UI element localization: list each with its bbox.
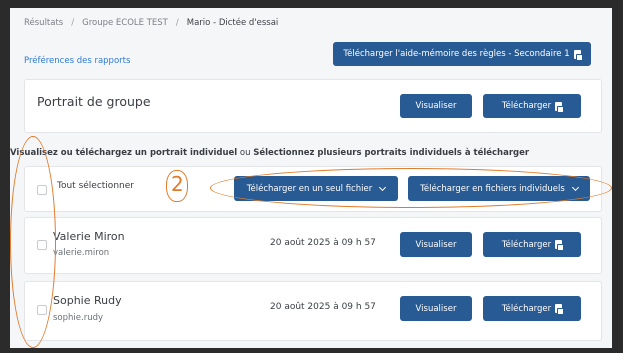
student-date: 20 août 2025 à 09 h 57 [270, 302, 376, 312]
breadcrumb-group[interactable]: Groupe ECOLE TEST [82, 18, 168, 28]
student-row: Sophie Rudy sophie.rudy 20 août 2025 à 0… [24, 281, 602, 341]
student-row: Valerie Miron valerie.miron 20 août 2025… [24, 217, 602, 274]
instructions-text: Visualisez ou téléchargez un portrait in… [10, 148, 529, 158]
download-rules-button[interactable]: Télécharger l'aide-mémoire des règles - … [333, 42, 591, 66]
group-download-label: Télécharger [501, 101, 552, 111]
student-view-label: Visualiser [415, 239, 457, 250]
breadcrumb: Résultats / Groupe ECOLE TEST / Mario - Dict… [24, 18, 278, 28]
annotation-ellipse-download-buttons [210, 168, 612, 208]
instructions-part2: ou [237, 148, 254, 158]
annotation-number-circle [166, 170, 188, 202]
breadcrumb-results[interactable]: Résultats [24, 18, 63, 28]
student-username: sophie.rudy [53, 313, 104, 323]
student-view-label: Visualiser [415, 303, 457, 314]
document-download-icon [555, 304, 565, 315]
breadcrumb-separator: / [175, 18, 179, 28]
group-view-label: Visualiser [415, 101, 457, 111]
student-username: valerie.miron [53, 248, 110, 258]
report-preferences-link[interactable]: Préférences des rapports [24, 56, 130, 66]
document-download-icon [555, 240, 565, 251]
annotation-ellipse-checkboxes [10, 136, 56, 348]
instructions-part3: Sélectionnez plusieurs portraits individ… [253, 148, 530, 158]
report-page: Résultats / Groupe ECOLE TEST / Mario - Dict… [10, 8, 612, 348]
student-download-button[interactable]: Télécharger [483, 296, 581, 321]
student-name: Valerie Miron [53, 230, 125, 243]
breadcrumb-separator: / [71, 18, 75, 28]
student-download-label: Télécharger [501, 303, 552, 314]
document-download-icon [573, 49, 583, 61]
student-download-label: Télécharger [501, 239, 552, 250]
group-view-button[interactable]: Visualiser [400, 94, 472, 118]
student-view-button[interactable]: Visualiser [400, 296, 472, 321]
select-all-label: Tout sélectionner [57, 181, 134, 191]
download-rules-label: Télécharger l'aide-mémoire des règles - … [343, 49, 570, 59]
student-name: Sophie Rudy [53, 294, 122, 307]
breadcrumb-current: Mario - Dictée d'essai [186, 18, 279, 28]
group-portrait-title: Portrait de groupe [37, 94, 151, 109]
student-view-button[interactable]: Visualiser [400, 232, 472, 257]
student-download-button[interactable]: Télécharger [483, 232, 581, 257]
group-portrait-card: Portrait de groupe Visualiser Télécharge… [24, 79, 602, 133]
student-date: 20 août 2025 à 09 h 57 [270, 238, 376, 248]
document-download-icon [555, 101, 565, 113]
group-download-button[interactable]: Télécharger [483, 94, 581, 118]
